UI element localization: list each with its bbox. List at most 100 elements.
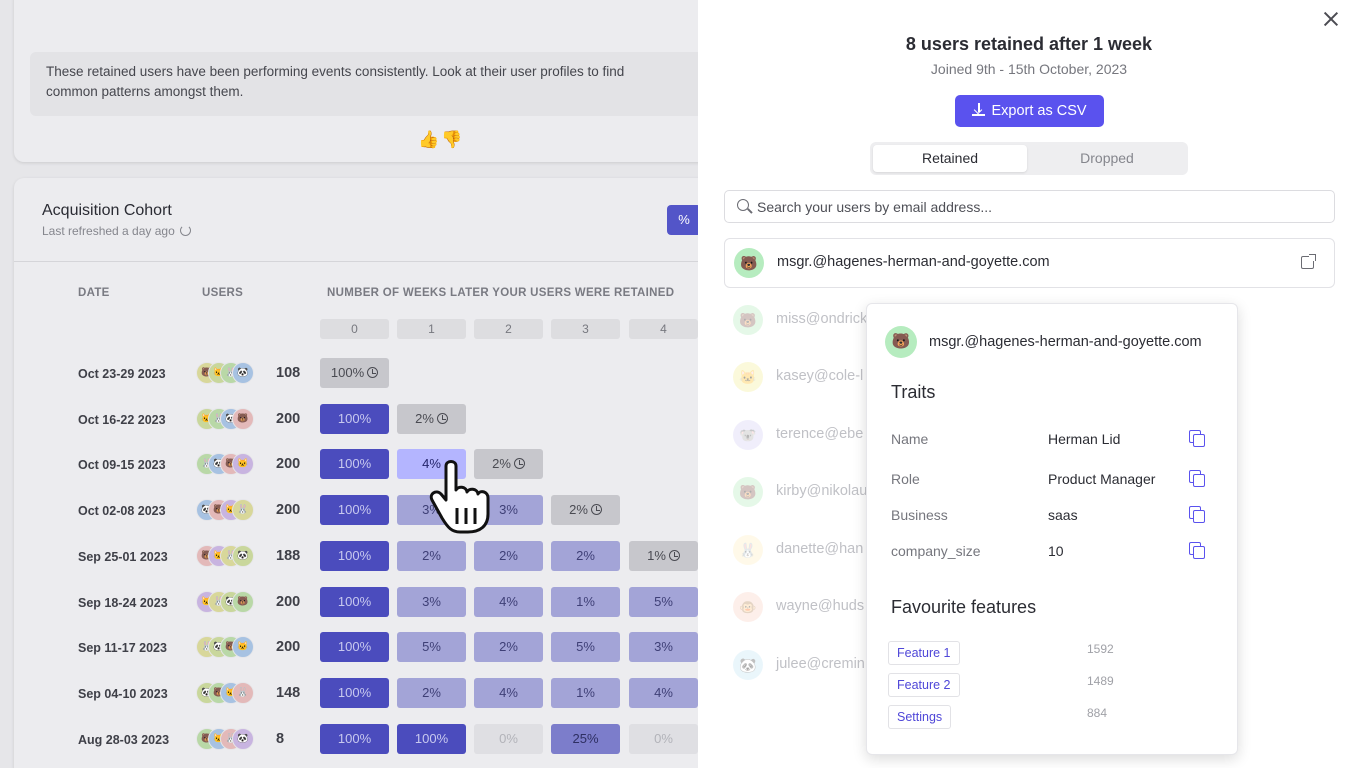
cohort-subtitle: Last refreshed a day ago [42, 224, 191, 238]
retention-cell[interactable]: 2% [397, 540, 466, 571]
retention-cell[interactable]: 100% [320, 632, 389, 663]
retention-value: 3% [499, 502, 518, 518]
hand-pointer-cursor [429, 460, 490, 534]
user-list-item[interactable]: 🐻 msgr.@hagenes-herman-and-goyette.com [724, 238, 1335, 288]
feature-count: 1592 [1087, 642, 1114, 656]
tab-dropped[interactable]: Dropped [1030, 145, 1184, 172]
retention-cell[interactable]: 0% [629, 723, 698, 754]
avatar: 🐻 [734, 248, 764, 278]
week-header: 1 [397, 319, 466, 339]
avatar-stack: 🐱 🐰 🐼 🐻 [196, 407, 258, 432]
clock-icon [668, 549, 680, 561]
retention-cell[interactable]: 5% [551, 632, 620, 663]
retention-cell[interactable]: 4% [474, 677, 543, 708]
retention-cell[interactable]: 100% [320, 677, 389, 708]
retention-cell[interactable]: 100% [320, 495, 389, 526]
retention-cell[interactable]: 2% [397, 403, 466, 434]
cohort-user-count: 200 [276, 502, 301, 519]
retention-cell[interactable]: 1% [629, 540, 698, 571]
retention-value: 1% [576, 593, 595, 609]
retention-cell[interactable]: 100% [320, 540, 389, 571]
retention-cell[interactable]: 25% [551, 723, 620, 754]
retention-cell[interactable]: 3% [629, 632, 698, 663]
percent-toggle-button[interactable]: % [667, 205, 698, 235]
avatar-stack: 🐰 🐼 🐻 🐱 [196, 453, 258, 477]
cohort-date: Oct 23-29 2023 [78, 367, 166, 381]
cohort-date: Oct 09-15 2023 [78, 458, 166, 473]
copy-icon[interactable] [1189, 542, 1205, 559]
retention-value: 100% [337, 502, 372, 518]
retention-cell[interactable]: 5% [397, 632, 466, 663]
retention-cell[interactable]: 3% [397, 586, 466, 617]
cohort-row: Sep 11-17 2023 🐰 🐼 🐻 🐱 200 100% 5% 2% 5% 3% [0, 632, 698, 664]
retention-cell[interactable]: 1% [551, 586, 620, 617]
retention-value: 4% [499, 593, 518, 609]
avatar-stack: 🐰 🐼 🐻 🐱 [196, 636, 258, 660]
retention-cell[interactable]: 4% [474, 586, 543, 617]
retention-value: 100% [337, 639, 372, 655]
external-link-icon[interactable] [1301, 254, 1316, 269]
popover-email: msgr.@hagenes-herman-and-goyette.com [929, 334, 1202, 350]
retention-cell[interactable]: 100% [397, 723, 466, 754]
retention-cell[interactable]: 0% [474, 723, 543, 754]
retention-cell[interactable]: 100% [320, 403, 389, 434]
copy-icon[interactable] [1189, 506, 1205, 523]
retention-value: 100% [337, 593, 372, 609]
users-column-header: USERS [202, 287, 244, 299]
export-csv-button[interactable]: Export as CSV [955, 95, 1104, 127]
cohort-user-count: 108 [276, 365, 301, 381]
avatar: 🐼 [733, 649, 763, 680]
close-icon[interactable] [1322, 10, 1340, 28]
retention-cell[interactable]: 2% [551, 540, 620, 571]
user-email: julee@cremin [776, 655, 865, 672]
clock-icon [367, 367, 379, 378]
copy-icon[interactable] [1189, 430, 1205, 447]
retention-value: 100% [337, 410, 372, 426]
avatar-stack: 🐱 🐰 🐼 🐻 [196, 590, 258, 615]
trait-key: Name [891, 431, 929, 447]
feature-chip[interactable]: Settings [888, 705, 952, 729]
feature-chip[interactable]: Feature 1 [888, 641, 960, 665]
cohort-date: Oct 16-22 2023 [78, 412, 166, 427]
retention-cell[interactable]: 1% [551, 677, 620, 708]
retention-cell[interactable]: 5% [629, 586, 698, 617]
retention-cell[interactable]: 4% [629, 677, 698, 708]
retention-cell[interactable]: 100% [320, 358, 389, 388]
cohort-row: Oct 09-15 2023 🐰 🐼 🐻 🐱 200 100% 4% 2% [0, 449, 698, 481]
cohort-user-count: 200 [276, 456, 301, 473]
avatar: 🐰 [232, 499, 254, 522]
cohort-user-count: 8 [276, 730, 285, 747]
retention-value: 3% [422, 593, 441, 609]
retention-value: 2% [576, 547, 595, 563]
retention-cell[interactable]: 2% [397, 677, 466, 708]
retention-cell[interactable]: 2% [474, 540, 543, 571]
user-email: msgr.@hagenes-herman-and-goyette.com [777, 254, 1050, 270]
avatar: 🐼 [232, 727, 254, 750]
thumbs-down-icon[interactable]: 👎 [441, 130, 464, 149]
search-input[interactable] [757, 191, 1327, 222]
feature-chip[interactable]: Feature 2 [888, 673, 960, 697]
retention-cell[interactable]: 2% [551, 495, 620, 526]
last-refreshed-text: Last refreshed a day ago [42, 224, 175, 238]
user-email: danette@han [776, 540, 864, 557]
retention-value: 25% [572, 730, 599, 746]
cohort-row: Aug 28-03 2023 🐻 🐱 🐰 🐼 8 100% 100% 0% 25% 0% [0, 723, 698, 756]
retention-cell[interactable]: 100% [320, 586, 389, 617]
retention-cell[interactable]: 2% [474, 632, 543, 663]
refresh-icon[interactable] [179, 225, 191, 236]
trait-value: Product Manager [1048, 471, 1156, 487]
retention-cell[interactable]: 100% [320, 723, 389, 754]
avatar: 🐻 [232, 407, 254, 430]
cohort-date: Sep 11-17 2023 [78, 641, 167, 656]
copy-icon[interactable] [1189, 470, 1205, 487]
divider [14, 261, 698, 262]
retention-cell[interactable]: 100% [320, 449, 389, 480]
cohort-user-count: 188 [276, 547, 301, 564]
clock-icon [590, 504, 602, 516]
dashboard-background: These retained users have been performin… [0, 0, 698, 768]
avatar-stack: 🐻 🐱 🐰 🐼 [196, 544, 258, 569]
thumbs-up-icon[interactable]: 👍 [418, 130, 441, 149]
retention-value: 100% [337, 684, 372, 700]
retention-value: 0% [654, 730, 673, 746]
tab-retained[interactable]: Retained [873, 145, 1027, 172]
